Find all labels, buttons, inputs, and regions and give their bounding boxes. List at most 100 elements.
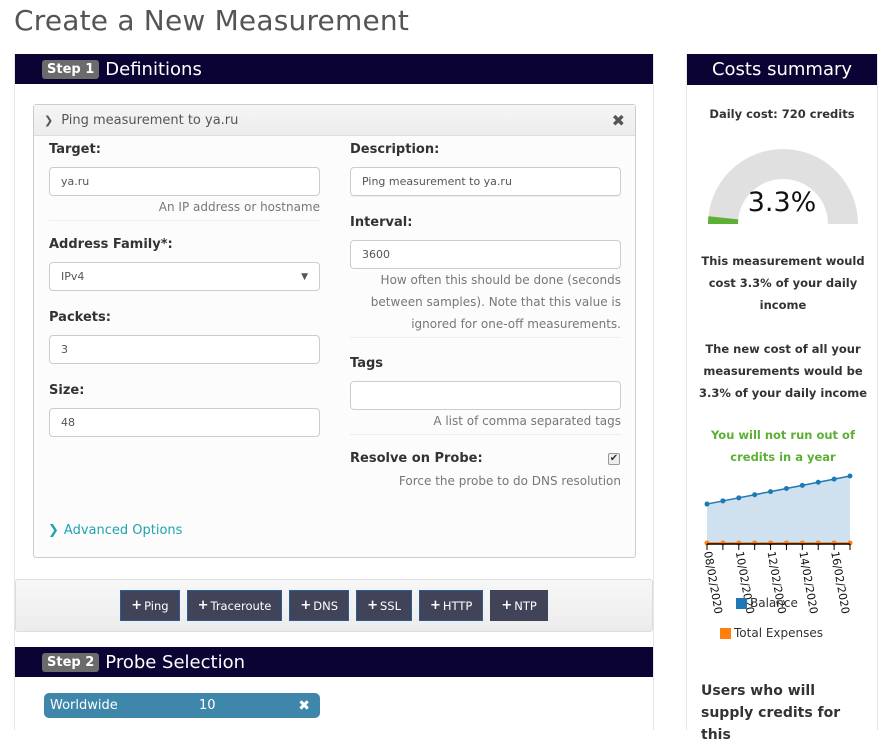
add-dns-button[interactable]: + DNS: [289, 590, 350, 621]
button-label: HTTP: [442, 598, 473, 613]
add-traceroute-button[interactable]: + Traceroute: [186, 590, 283, 621]
interval-help-line: How often this should be done (seconds: [380, 273, 621, 287]
interval-help-line: ignored for one-off measurements.: [411, 317, 621, 331]
interval-value: 3600: [362, 248, 390, 261]
total-cost-message: The new cost of all your measurements wo…: [698, 342, 868, 400]
legend-balance: Balance: [736, 596, 798, 610]
caret-down-icon: ▼: [301, 271, 308, 282]
x-tick-label: 14/02/2020: [796, 550, 820, 615]
chevron-right-icon: ❯: [48, 523, 59, 538]
add-ssl-button[interactable]: + SSL: [356, 590, 412, 621]
description-input[interactable]: Ping measurement to ya.ru: [350, 167, 621, 196]
balance-point: [783, 485, 789, 491]
balance-point: [720, 498, 726, 504]
plus-icon: +: [197, 598, 209, 613]
step1-badge: Step 1: [42, 59, 100, 79]
x-tick-label: 16/02/2020: [828, 550, 852, 615]
step1-panel: Step 1 Definitions ❯ Ping measurement to…: [14, 54, 654, 730]
packets-input[interactable]: 3: [49, 335, 320, 364]
size-value: 48: [61, 416, 75, 429]
button-label: Ping: [144, 598, 169, 613]
plus-icon: +: [429, 598, 441, 613]
legend-swatch: [720, 627, 731, 639]
target-value: ya.ru: [61, 175, 90, 188]
measurement-cost-message: This measurement would cost 3.3% of your…: [701, 254, 865, 312]
description-label: Description:: [350, 142, 440, 157]
measurement-panel: ❯ Ping measurement to ya.ru ✖ Target: ya…: [33, 104, 636, 558]
add-http-button[interactable]: + HTTP: [418, 590, 484, 621]
target-label: Target:: [49, 142, 101, 157]
right-column: Description: Ping measurement to ya.ru I…: [350, 138, 621, 492]
users-heading: Users who will supply credits for this: [701, 683, 841, 743]
plus-icon: +: [501, 598, 513, 613]
remove-icon[interactable]: ✖: [298, 698, 310, 714]
interval-label: Interval:: [350, 215, 413, 230]
balance-point: [736, 495, 742, 501]
size-input[interactable]: 48: [49, 408, 320, 437]
chevron-down-icon[interactable]: ❯: [44, 114, 53, 127]
balance-point: [799, 482, 805, 488]
balance-point: [704, 501, 710, 507]
costs-title: Costs summary: [687, 54, 877, 85]
address-family-value: IPv4: [61, 270, 85, 283]
resolve-help: Force the probe to do DNS resolution: [398, 474, 621, 488]
daily-cost: Daily cost: 720 credits: [709, 107, 855, 121]
target-help: An IP address or hostname: [158, 200, 320, 214]
plus-icon: +: [131, 598, 143, 613]
gauge-value: 3.3%: [747, 187, 817, 218]
measurement-header[interactable]: ❯ Ping measurement to ya.ru ✖: [34, 105, 635, 136]
interval-help: How often this should be done (seconds b…: [350, 269, 621, 335]
resolve-label: Resolve on Probe:: [350, 451, 483, 466]
packets-value: 3: [61, 343, 68, 356]
target-input[interactable]: ya.ru: [49, 167, 320, 196]
balance-point: [815, 479, 821, 485]
balance-point: [847, 473, 853, 479]
divider: [350, 337, 621, 338]
legend-swatch: [736, 597, 747, 609]
legend-total-expenses: Total Expenses: [720, 626, 823, 640]
step1-title: Definitions: [105, 58, 202, 80]
resolve-row: Resolve on Probe: ✔: [350, 451, 621, 466]
add-ntp-button[interactable]: + NTP: [490, 590, 548, 621]
probe-tag-name: Worldwide: [50, 698, 118, 713]
packets-label: Packets:: [49, 310, 111, 325]
interval-input[interactable]: 3600: [350, 240, 621, 269]
measurement-title: Ping measurement to ya.ru: [61, 112, 239, 128]
add-ping-button[interactable]: + Ping: [120, 590, 180, 621]
balance-area: [707, 476, 850, 543]
button-label: Traceroute: [210, 598, 272, 613]
balance-point: [752, 492, 758, 498]
size-label: Size:: [49, 383, 85, 398]
step2-section: Step 2 Probe Selection: [15, 647, 653, 677]
resolve-checkbox[interactable]: ✔: [608, 452, 620, 465]
step2-title: Probe Selection: [105, 651, 246, 673]
close-icon[interactable]: ✖: [612, 111, 625, 130]
step2-header: Step 2 Probe Selection: [15, 647, 653, 677]
add-measurement-toolbar: + Ping + Traceroute + DNS + SSL + HTTP + NTP: [15, 579, 653, 632]
probe-tag-count: 10: [199, 698, 216, 713]
tags-label: Tags: [350, 356, 384, 371]
plus-icon: +: [300, 598, 312, 613]
legend-label: Total Expenses: [734, 626, 824, 640]
step2-badge: Step 2: [42, 652, 100, 672]
address-family-select[interactable]: IPv4 ▼: [49, 262, 320, 291]
legend-label: Balance: [750, 596, 798, 610]
divider: [350, 434, 621, 435]
button-label: NTP: [514, 598, 537, 613]
button-label: SSL: [379, 598, 401, 613]
x-tick-label: 08/02/2020: [701, 550, 725, 615]
divider: [350, 196, 621, 197]
probe-tag-worldwide[interactable]: Worldwide 10 ✖: [44, 693, 320, 718]
advanced-options-link[interactable]: ❯ Advanced Options: [48, 523, 182, 538]
page-title: Create a New Measurement: [14, 4, 409, 37]
address-family-label: Address Family*:: [49, 237, 173, 252]
step1-header: Step 1 Definitions: [15, 54, 653, 84]
costs-panel: Costs summary Daily cost: 720 credits 3.…: [686, 54, 878, 743]
runout-message: You will not run out of credits in a yea…: [711, 428, 855, 464]
left-column: Target: ya.ru An IP address or hostname …: [49, 138, 320, 437]
tags-input[interactable]: [350, 381, 621, 410]
balance-point: [768, 489, 774, 495]
divider: [49, 220, 320, 221]
advanced-options-label: Advanced Options: [63, 523, 183, 538]
description-value: Ping measurement to ya.ru: [362, 175, 512, 188]
